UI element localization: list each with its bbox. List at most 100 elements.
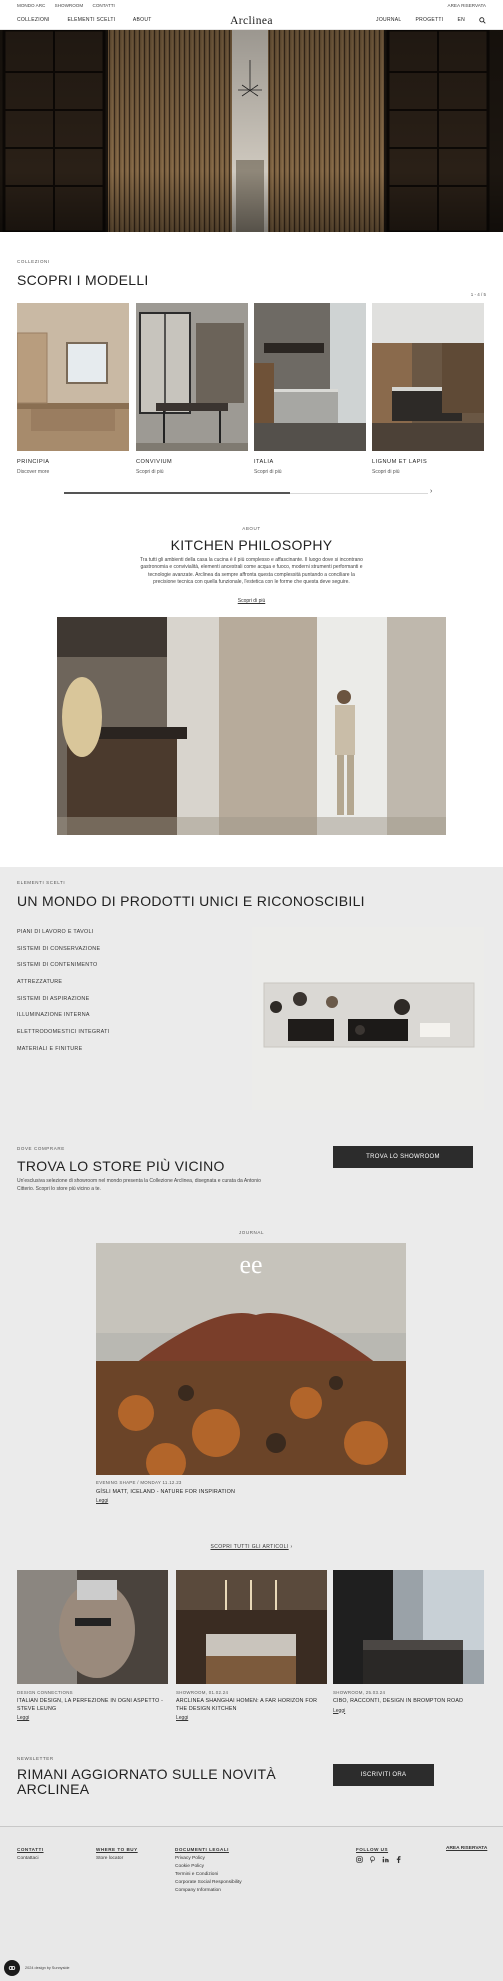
products-title: UN MONDO DI PRODOTTI UNICI E RICONOSCIBI… [17, 893, 365, 909]
footer-link[interactable]: Termini e Condizioni [175, 1871, 242, 1879]
model-name: LIGNUM ET LAPIS [372, 459, 428, 465]
carousel-next-icon[interactable]: › [430, 488, 432, 495]
article-card[interactable]: SHOWROOM, 25.03.24 CIBO, RACCONTI, DESIG… [333, 1570, 484, 1714]
philosophy-line: tecnologie avanzate. Arclinea da sempre … [148, 571, 355, 578]
article-title[interactable]: ITALIAN DESIGN, LA PERFEZIONE IN OGNI AS… [17, 1698, 168, 1713]
article-meta: SHOWROOM, 01.02.24 [176, 1690, 229, 1695]
article-image[interactable] [333, 1570, 484, 1684]
cookie-settings-icon[interactable] [4, 1960, 20, 1976]
footer-link[interactable]: Corporate Social Responsibility [175, 1879, 242, 1887]
article-read-link[interactable]: Leggi [17, 1715, 168, 1721]
main-navbar: COLLEZIONI ELEMENTI SCELTI ABOUT Arcline… [0, 11, 503, 30]
footer-link[interactable]: Store locator [96, 1855, 138, 1863]
model-image-convivium[interactable] [136, 303, 248, 451]
model-link[interactable]: Scopri di più [254, 469, 366, 475]
products-image [252, 927, 484, 1110]
model-link[interactable]: Scopri di più [136, 469, 248, 475]
journal-featured-image[interactable]: ee [96, 1243, 406, 1475]
product-link-elettrodomestici[interactable]: ELETTRODOMESTICI INTEGRATI [17, 1029, 109, 1035]
newsletter-title: RIMANI AGGIORNATO SULLE NOVITÀ ARCLINEA [17, 1767, 276, 1797]
subscribe-button[interactable]: ISCRIVITI ORA [333, 1764, 434, 1786]
model-name: CONVIVIUM [136, 459, 173, 465]
products-kicker: ELEMENTI SCELTI [17, 880, 66, 885]
pinterest-icon[interactable] [369, 1856, 376, 1863]
carousel-thumb[interactable] [64, 492, 290, 494]
footer-heading: DOCUMENTI LEGALI [175, 1847, 229, 1852]
journal-kicker: JOURNAL [238, 1230, 265, 1235]
footer-link[interactable]: Company Information [175, 1887, 242, 1895]
article-image[interactable] [176, 1570, 327, 1684]
article-card[interactable]: DESIGN CONNECTIONS ITALIAN DESIGN, LA PE… [17, 1570, 168, 1721]
philosophy-kicker: ABOUT [242, 526, 261, 531]
util-link-mondo[interactable]: MONDO ARC [17, 3, 45, 8]
store-text: Un'esclusiva selezione di showroom nel m… [17, 1178, 261, 1193]
footer-heading: WHERE TO BUY [96, 1847, 138, 1852]
product-link-aspirazione[interactable]: SISTEMI DI ASPIRAZIONE [17, 996, 90, 1002]
product-link-attrezzature[interactable]: ATTREZZATURE [17, 979, 62, 985]
arrow-right-icon[interactable]: › [290, 1544, 292, 1550]
util-link-showroom[interactable]: SHOWROOM [55, 3, 84, 8]
featured-read-link[interactable]: Leggi [96, 1498, 108, 1504]
product-link-contenimento[interactable]: SISTEMI DI CONTENIMENTO [17, 962, 97, 968]
product-link-piani[interactable]: PIANI DI LAVORO E TAVOLI [17, 929, 94, 935]
model-link[interactable]: Discover more [17, 469, 129, 475]
philosophy-title: KITCHEN PHILOSOPHY [170, 537, 333, 553]
util-link-reserved[interactable]: AREA RISERVATA [448, 3, 486, 8]
find-showroom-button[interactable]: TROVA LO SHOWROOM [333, 1146, 473, 1168]
featured-title[interactable]: GÍSLI MATT, ICELAND - NATURE FOR INSPIRA… [96, 1489, 235, 1495]
newsletter-title-line: RIMANI AGGIORNATO SULLE NOVITÀ [17, 1766, 276, 1782]
philosophy-link: Scopri di più [0, 598, 503, 604]
philosophy-more-link[interactable]: Scopri di più [238, 598, 266, 604]
model-image-principia[interactable] [17, 303, 129, 451]
store-kicker: DOVE COMPRARE [17, 1146, 65, 1151]
article-title[interactable]: CIBO, RACCONTI, DESIGN IN BROMPTON ROAD [333, 1698, 484, 1706]
philosophy-line: precisione tecnica con quella funzionale… [153, 579, 350, 586]
product-link-illuminazione[interactable]: ILLUMINAZIONE INTERNA [17, 1012, 90, 1018]
footer-link[interactable]: Privacy Policy [175, 1855, 242, 1863]
brand-logo[interactable]: Arclinea [0, 15, 503, 27]
hero-image [0, 30, 503, 232]
philosophy-image [57, 617, 446, 835]
instagram-icon[interactable] [356, 1856, 363, 1863]
linkedin-icon[interactable] [382, 1856, 389, 1863]
footer [0, 1826, 503, 1981]
model-card-principia[interactable]: PRINCIPIA Discover more [17, 303, 129, 475]
footer-col-contatti: CONTATTI Contattaci [17, 1846, 44, 1863]
all-articles-link[interactable]: SCOPRI TUTTI GLI ARTICOLI [210, 1544, 288, 1550]
footer-heading: CONTATTI [17, 1847, 44, 1852]
newsletter-title-line: ARCLINEA [17, 1781, 90, 1797]
footer-reserved-link[interactable]: AREA RISERVATA [446, 1846, 487, 1851]
store-text-line: Citterio. Scopri lo store più vicino a t… [17, 1185, 101, 1192]
credit-bar: 2024 design by Sunnyside [4, 1960, 70, 1976]
all-articles-row: SCOPRI TUTTI GLI ARTICOLI › [0, 1544, 503, 1550]
article-meta: SHOWROOM, 25.03.24 [333, 1690, 386, 1695]
article-image[interactable] [17, 1570, 168, 1684]
model-name: ITALIA [254, 459, 274, 465]
product-link-conservazione[interactable]: SISTEMI DI CONSERVAZIONE [17, 946, 100, 952]
philosophy-line: gastronomia e convivialità, elementi anc… [140, 564, 363, 571]
footer-link[interactable]: Cookie Policy [175, 1863, 242, 1871]
product-link-materiali[interactable]: MATERIALI E FINITURE [17, 1046, 83, 1052]
model-link[interactable]: Scopri di più [372, 469, 484, 475]
article-meta: DESIGN CONNECTIONS [17, 1690, 73, 1695]
model-name: PRINCIPIA [17, 459, 50, 465]
model-image-lignum[interactable] [372, 303, 484, 451]
models-kicker: COLLEZIONI [17, 259, 50, 264]
article-card[interactable]: SHOWROOM, 01.02.24 ARCLINEA SHANGHAI HOM… [176, 1570, 327, 1721]
store-text-line: Un'esclusiva selezione di showroom nel m… [17, 1178, 261, 1184]
article-read-link[interactable]: Leggi [176, 1715, 327, 1721]
model-card-lignum[interactable]: LIGNUM ET LAPIS Scopri di più [372, 303, 484, 475]
article-title[interactable]: ARCLINEA SHANGHAI HOMEN: A FAR HORIZON F… [176, 1698, 327, 1713]
footer-link[interactable]: Contattaci [17, 1855, 44, 1863]
model-image-italia[interactable] [254, 303, 366, 451]
model-card-convivium[interactable]: CONVIVIUM Scopri di più [136, 303, 248, 475]
util-link-contatti[interactable]: CONTATTI [93, 3, 115, 8]
model-card-italia[interactable]: ITALIA Scopri di più [254, 303, 366, 475]
article-read-link[interactable]: Leggi [333, 1708, 484, 1714]
utility-bar: MONDO ARC SHOWROOM CONTATTI AREA RISERVA… [0, 0, 503, 11]
credit-text: 2024 design by Sunnyside [25, 1966, 70, 1970]
footer-col-legal: DOCUMENTI LEGALI Privacy Policy Cookie P… [175, 1846, 242, 1895]
featured-meta: EVENING SHAPE / MONDAY 11.12.23 [96, 1480, 182, 1485]
facebook-icon[interactable] [395, 1856, 402, 1863]
newsletter-kicker: NEWSLETTER [17, 1756, 54, 1761]
